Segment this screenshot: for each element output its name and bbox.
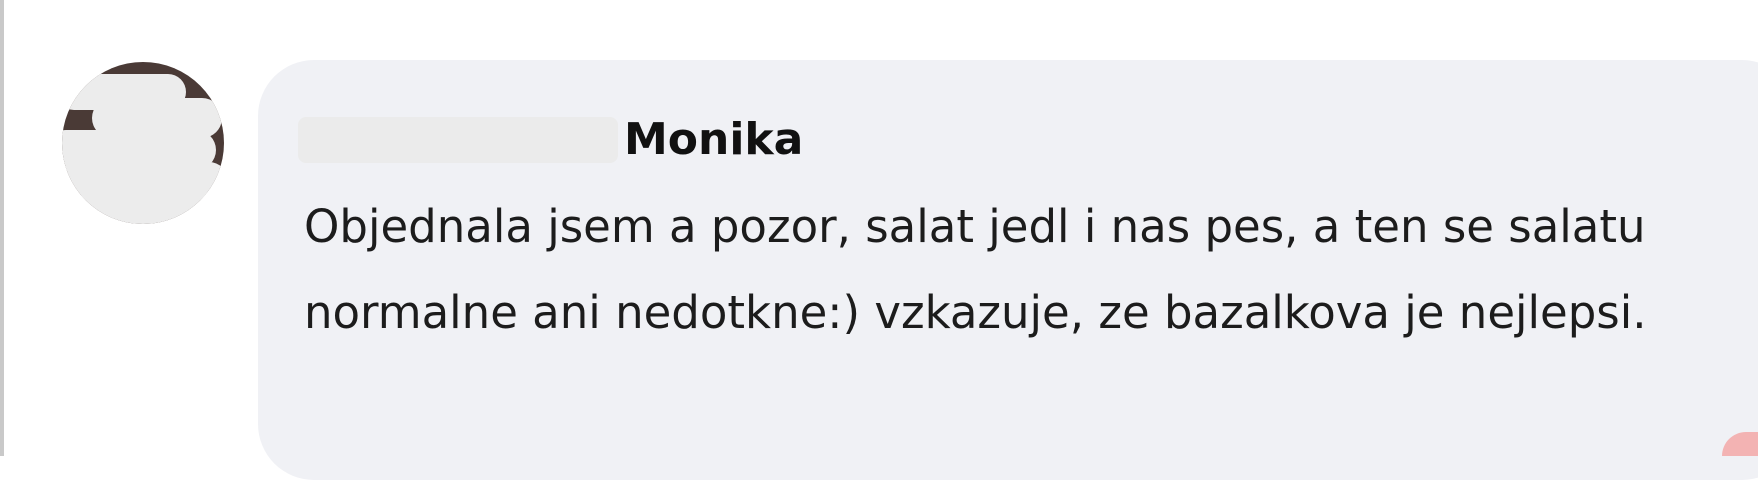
avatar-redaction [74,192,224,224]
comment-bubble: Monika Objednala jsem a pozor, salat jed… [258,60,1758,480]
window-edge [0,0,4,456]
avatar[interactable] [62,62,224,224]
author-name-redaction [298,117,618,163]
comment-author[interactable]: Monika [298,108,803,172]
comment-text: Objednala jsem a pozor, salat jedl i nas… [304,200,1647,339]
author-name[interactable]: Monika [624,108,803,172]
